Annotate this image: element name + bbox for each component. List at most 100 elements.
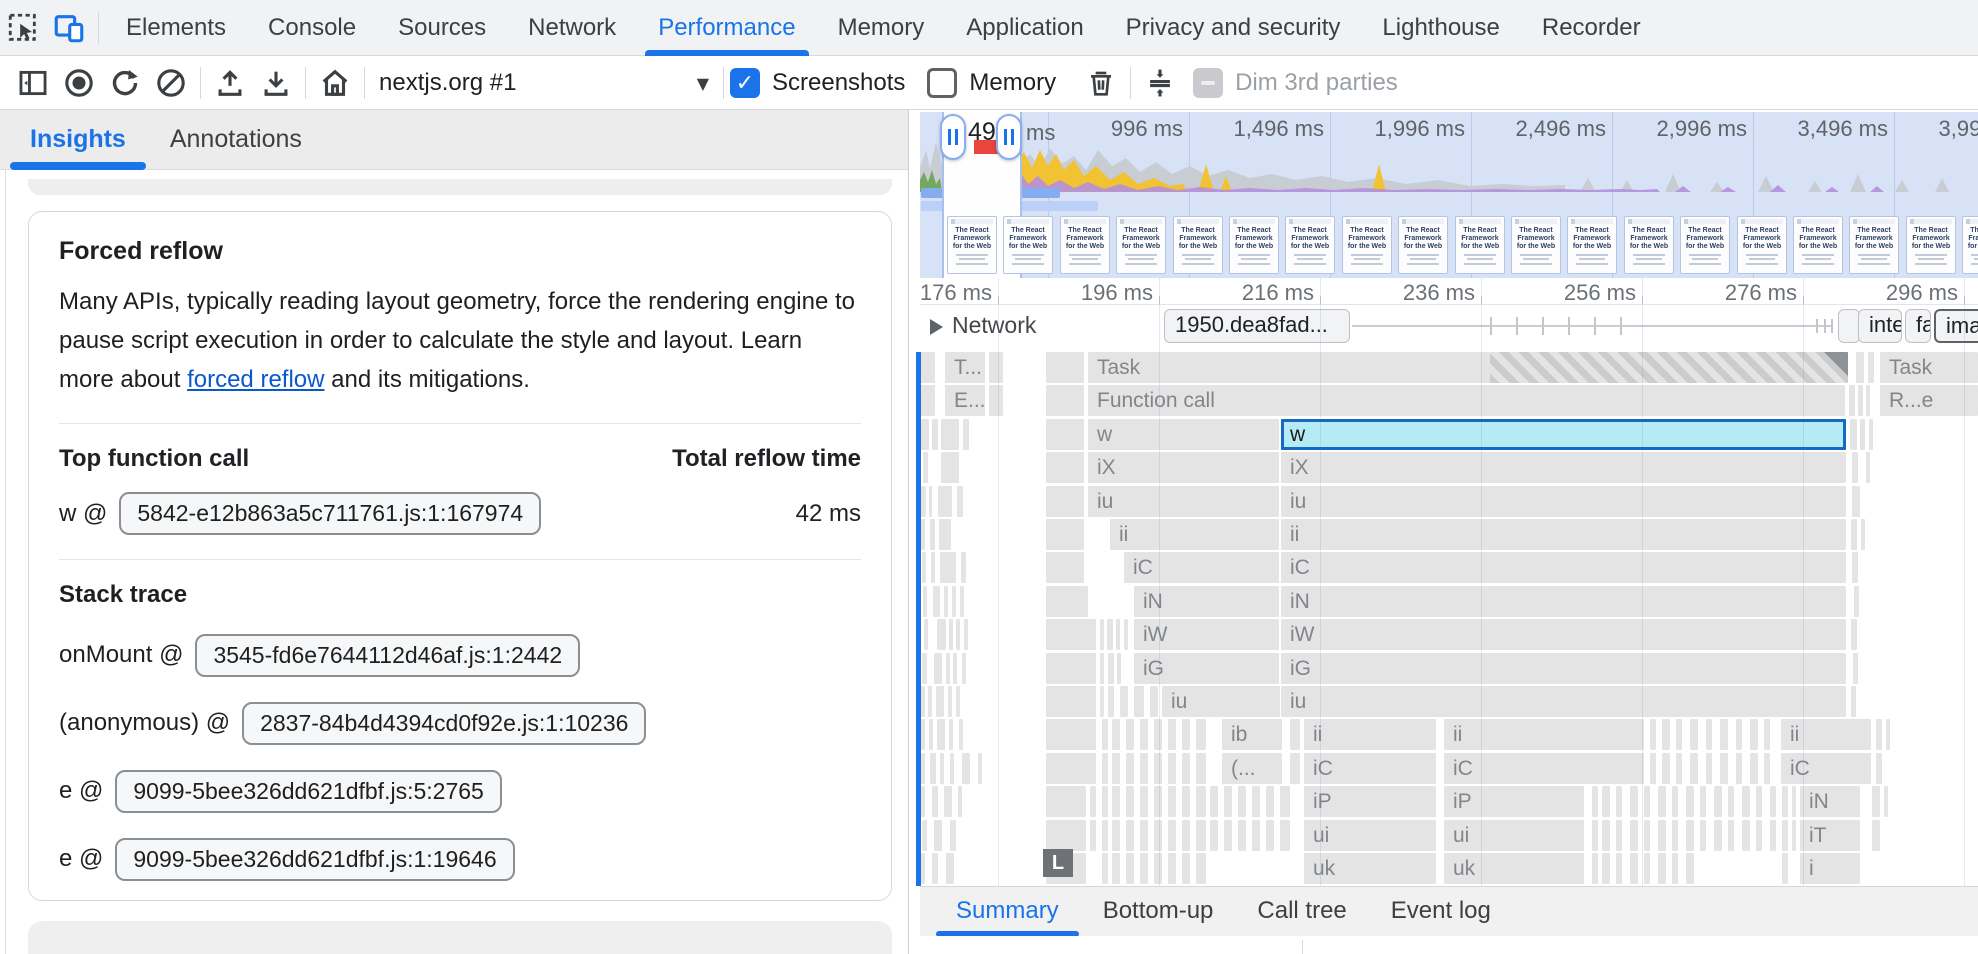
memory-checkbox[interactable]: Memory — [927, 68, 1078, 98]
flame-bar[interactable] — [953, 653, 957, 684]
screenshot-thumbnail[interactable]: The ReactFrameworkfor the Web — [1906, 216, 1956, 274]
screenshot-thumbnail[interactable]: The ReactFrameworkfor the Web — [1737, 216, 1787, 274]
flame-bar[interactable] — [1872, 820, 1880, 851]
flame-bar[interactable] — [1690, 719, 1698, 750]
tab-call-tree[interactable]: Call tree — [1235, 887, 1368, 937]
flame-bar[interactable] — [1102, 719, 1108, 750]
screenshot-thumbnail[interactable]: The ReactFrameworkfor the Web — [1116, 216, 1166, 274]
flatten-icon[interactable] — [1137, 61, 1183, 105]
flame-bar[interactable] — [1616, 853, 1622, 884]
flame-bar[interactable] — [1700, 820, 1706, 851]
flame-bar[interactable]: w — [1088, 419, 1279, 450]
flame-bar[interactable] — [1672, 820, 1678, 851]
flame-bar[interactable] — [1756, 786, 1762, 817]
flame-bar[interactable] — [1616, 786, 1622, 817]
flame-bar[interactable] — [921, 385, 935, 416]
screenshot-thumbnail[interactable]: The ReactFrameworkfor the Web — [1455, 216, 1505, 274]
flame-bar[interactable]: iC — [1304, 753, 1436, 784]
flame-bar[interactable] — [956, 686, 960, 717]
flame-bar[interactable] — [1852, 452, 1858, 483]
flame-bar[interactable] — [940, 753, 944, 784]
flame-bar[interactable] — [946, 853, 954, 884]
flame-bar[interactable] — [1182, 719, 1190, 750]
flame-bar[interactable] — [1102, 786, 1108, 817]
timeline-overview[interactable]: The ReactFrameworkfor the WebThe ReactFr… — [920, 112, 1978, 278]
clear-icon[interactable] — [148, 61, 194, 105]
screenshot-thumbnail[interactable]: The ReactFrameworkfor the Web — [1849, 216, 1899, 274]
flame-bar[interactable] — [1090, 820, 1096, 851]
flame-bar[interactable] — [962, 753, 970, 784]
flame-bar[interactable] — [938, 486, 952, 517]
flame-bar[interactable] — [1196, 719, 1206, 750]
flame-bar[interactable] — [1856, 352, 1864, 383]
flame-bar[interactable] — [1854, 586, 1859, 617]
flame-bar[interactable] — [1140, 820, 1148, 851]
flame-bar[interactable] — [1107, 619, 1113, 650]
selection-handle-right[interactable] — [996, 114, 1022, 160]
flame-bar[interactable] — [922, 552, 926, 583]
flame-bar[interactable] — [1720, 753, 1728, 784]
flame-bar[interactable] — [989, 385, 1003, 416]
disclosure-triangle-icon[interactable] — [930, 319, 943, 335]
flame-bar[interactable] — [1168, 853, 1176, 884]
flame-bar[interactable] — [1196, 853, 1206, 884]
flame-bar[interactable]: E... — [945, 385, 985, 416]
flame-bar[interactable] — [1046, 519, 1084, 550]
flame-bar[interactable] — [921, 753, 925, 784]
flame-bar[interactable] — [1644, 820, 1650, 851]
flame-bar[interactable] — [1650, 753, 1656, 784]
flame-bar[interactable] — [1630, 820, 1638, 851]
flame-bar[interactable] — [1102, 820, 1108, 851]
flame-bar[interactable] — [960, 586, 964, 617]
flame-bar[interactable] — [959, 719, 963, 750]
flame-bar[interactable] — [1592, 853, 1598, 884]
flame-bar[interactable] — [1714, 820, 1722, 851]
flame-bar[interactable] — [1602, 820, 1610, 851]
flame-bar[interactable] — [1782, 820, 1788, 851]
flame-bar[interactable] — [963, 419, 969, 450]
flame-bar[interactable] — [1782, 786, 1788, 817]
flame-bar[interactable] — [932, 786, 938, 817]
flame-bar[interactable]: Function call — [1088, 385, 1845, 416]
flame-bar[interactable]: ii — [1444, 719, 1644, 750]
screenshot-thumbnail[interactable]: The ReactFrameworkfor the Web — [1229, 216, 1279, 274]
flame-bar[interactable] — [1126, 719, 1134, 750]
tab-insights[interactable]: Insights — [30, 110, 126, 170]
screenshot-thumbnail[interactable]: The ReactFrameworkfor the Web — [1567, 216, 1617, 274]
tab-privacy-and-security[interactable]: Privacy and security — [1105, 0, 1362, 56]
flame-bar[interactable] — [1074, 586, 1080, 617]
flame-bar[interactable] — [1728, 786, 1734, 817]
flame-bar[interactable]: iN — [1134, 586, 1279, 617]
flame-bar[interactable] — [1728, 820, 1734, 851]
flame-bar[interactable] — [1126, 786, 1134, 817]
live-metrics-icon[interactable] — [312, 61, 358, 105]
flame-bar[interactable]: uk — [1444, 853, 1584, 884]
flame-bar[interactable] — [1764, 719, 1770, 750]
flame-bar[interactable] — [1266, 786, 1274, 817]
flame-bar[interactable]: iC — [1781, 753, 1871, 784]
flame-bar[interactable] — [1876, 719, 1882, 750]
flame-bar[interactable] — [1210, 820, 1218, 851]
flame-bar[interactable] — [1168, 786, 1176, 817]
flame-bar[interactable] — [921, 686, 925, 717]
flame-bar[interactable] — [937, 719, 945, 750]
tab-lighthouse[interactable]: Lighthouse — [1361, 0, 1520, 56]
device-toolbar-icon[interactable] — [46, 5, 92, 51]
source-location-link[interactable]: 5842-e12b863a5c711761.js:1:167974 — [119, 492, 541, 535]
flame-bar[interactable] — [950, 753, 954, 784]
flame-bar[interactable] — [941, 452, 959, 483]
flame-bar[interactable]: ib — [1222, 719, 1282, 750]
flame-bar[interactable] — [1140, 853, 1148, 884]
flame-bar[interactable]: ui — [1444, 820, 1584, 851]
toggle-left-panel-icon[interactable] — [10, 61, 56, 105]
flame-bar[interactable] — [1112, 719, 1120, 750]
network-request-pill[interactable]: image — [1934, 309, 1978, 343]
flame-bar[interactable] — [1792, 786, 1796, 817]
flame-bar[interactable] — [1168, 820, 1176, 851]
flame-bar[interactable] — [1852, 552, 1858, 583]
flame-bar[interactable] — [1168, 719, 1176, 750]
network-request-pill[interactable]: fa — [1905, 309, 1931, 343]
flame-bar[interactable] — [1134, 686, 1144, 717]
upload-profile-icon[interactable] — [207, 61, 253, 105]
flame-bar[interactable] — [1108, 653, 1114, 684]
